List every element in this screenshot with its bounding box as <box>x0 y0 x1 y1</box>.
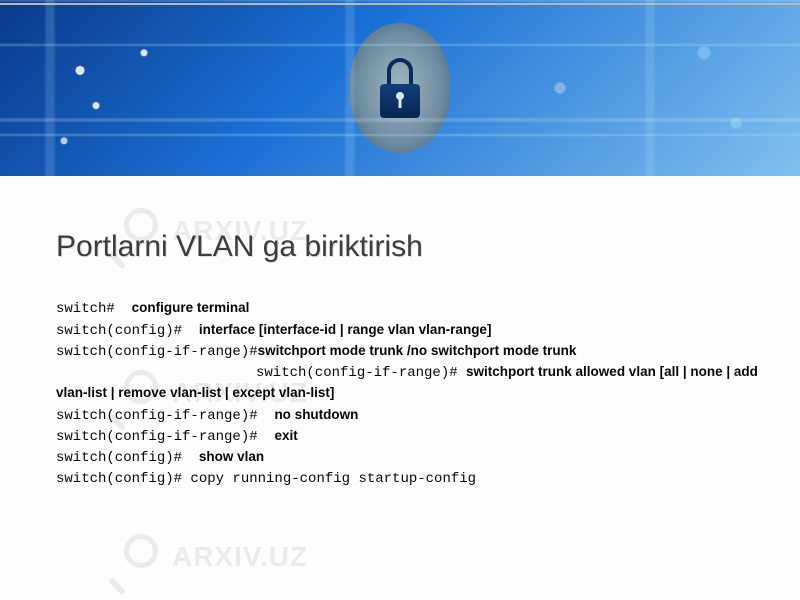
cli-line: switch(config-if-range)#switchport mode … <box>56 344 576 360</box>
command-listing: switch# configure terminal switch(config… <box>56 278 776 509</box>
cli-prompt: switch(config-if-range)# <box>56 429 274 445</box>
cli-command: interface [interface-id | range vlan vla… <box>199 322 492 337</box>
lock-panel <box>350 23 450 153</box>
lock-icon <box>379 58 421 118</box>
cli-line: switch(config)# show vlan <box>56 450 264 466</box>
watermark-text: ARXIV.UZ <box>172 541 308 573</box>
cli-line: switch(config-if-range)# exit <box>56 429 298 445</box>
cli-prompt: switch# <box>56 301 132 317</box>
banner-divider <box>0 3 800 5</box>
cli-command: exit <box>274 428 297 443</box>
cli-command: show vlan <box>199 449 264 464</box>
cli-command: configure terminal <box>132 300 250 315</box>
cli-prompt: switch(config-if-range)# <box>56 344 258 360</box>
slide-title: Portlarni VLAN ga biriktirish <box>56 230 776 264</box>
cli-line: switch(config)# copy running-config star… <box>56 471 476 487</box>
top-banner <box>0 0 800 176</box>
cli-prompt: switch(config)# <box>56 323 199 339</box>
magnifier-icon <box>112 534 158 580</box>
cli-line: switch(config)# interface [interface-id … <box>56 323 491 339</box>
cli-line: switch(config-if-range)# switchport trun… <box>56 365 758 402</box>
cli-line: switch# configure terminal <box>56 301 249 317</box>
cli-prompt: switch(config-if-range)# <box>56 408 274 424</box>
cli-line: switch(config-if-range)# no shutdown <box>56 408 358 424</box>
cli-command: switchport mode trunk /no switchport mod… <box>258 343 577 358</box>
cli-prompt: switch(config)# <box>56 450 199 466</box>
watermark: ARXIV.UZ <box>112 534 308 580</box>
slide-content: Portlarni VLAN ga biriktirish switch# co… <box>56 230 776 509</box>
cli-command: no shutdown <box>274 407 358 422</box>
cli-prompt: switch(config-if-range)# <box>256 365 466 381</box>
